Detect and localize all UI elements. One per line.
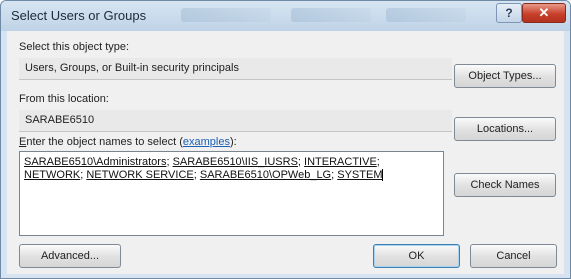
location-field: SARABE6510 (19, 110, 452, 132)
names-label: Enter the object names to select (exampl… (19, 136, 237, 148)
close-icon: ✕ (538, 5, 550, 20)
object-name: SARABE6510\Administrators (24, 156, 167, 168)
background-blur (291, 8, 371, 22)
ok-button[interactable]: OK (373, 244, 460, 268)
cancel-button[interactable]: Cancel (470, 244, 557, 268)
object-names-input[interactable]: SARABE6510\Administrators; SARABE6510\II… (19, 151, 444, 236)
object-type-field: Users, Groups, or Built-in security prin… (19, 58, 452, 80)
object-name: SARABE6510\OPWeb_LG (199, 169, 332, 181)
help-icon: ? (505, 6, 513, 20)
object-type-label: Select this object type: (19, 41, 130, 53)
names-label-text: nter the object names to select ( (26, 136, 183, 148)
object-types-button[interactable]: Object Types... (454, 64, 556, 88)
help-button[interactable]: ? (496, 3, 522, 23)
check-names-button[interactable]: Check Names (454, 173, 556, 197)
close-button[interactable]: ✕ (522, 3, 566, 23)
background-blur (386, 8, 466, 22)
object-name: INTERACTIVE (304, 156, 377, 168)
names-line-2: NETWORK; NETWORK SERVICE; SARABE6510\OPW… (24, 169, 384, 182)
object-name: SARABE6510\IIS_IUSRS (172, 156, 298, 168)
dialog-window: Select Users or Groups ? ✕ Select this o… (0, 0, 571, 279)
names-line-1: SARABE6510\Administrators; SARABE6510\II… (24, 156, 380, 168)
locations-button[interactable]: Locations... (454, 117, 556, 141)
background-blur (181, 8, 271, 22)
object-name: SYSTEM (337, 169, 383, 181)
names-label-end: ): (229, 136, 237, 148)
dialog-title: Select Users or Groups (11, 8, 147, 23)
object-name: NETWORK SERVICE (86, 169, 194, 181)
location-label: From this location: (19, 93, 109, 105)
object-name: NETWORK (24, 169, 81, 181)
title-bar[interactable]: Select Users or Groups ? ✕ (1, 1, 570, 31)
examples-link[interactable]: examples (183, 136, 230, 148)
text-cursor (382, 169, 384, 182)
advanced-button[interactable]: Advanced... (19, 244, 121, 268)
dialog-body: Select this object type: Users, Groups, … (7, 31, 564, 274)
